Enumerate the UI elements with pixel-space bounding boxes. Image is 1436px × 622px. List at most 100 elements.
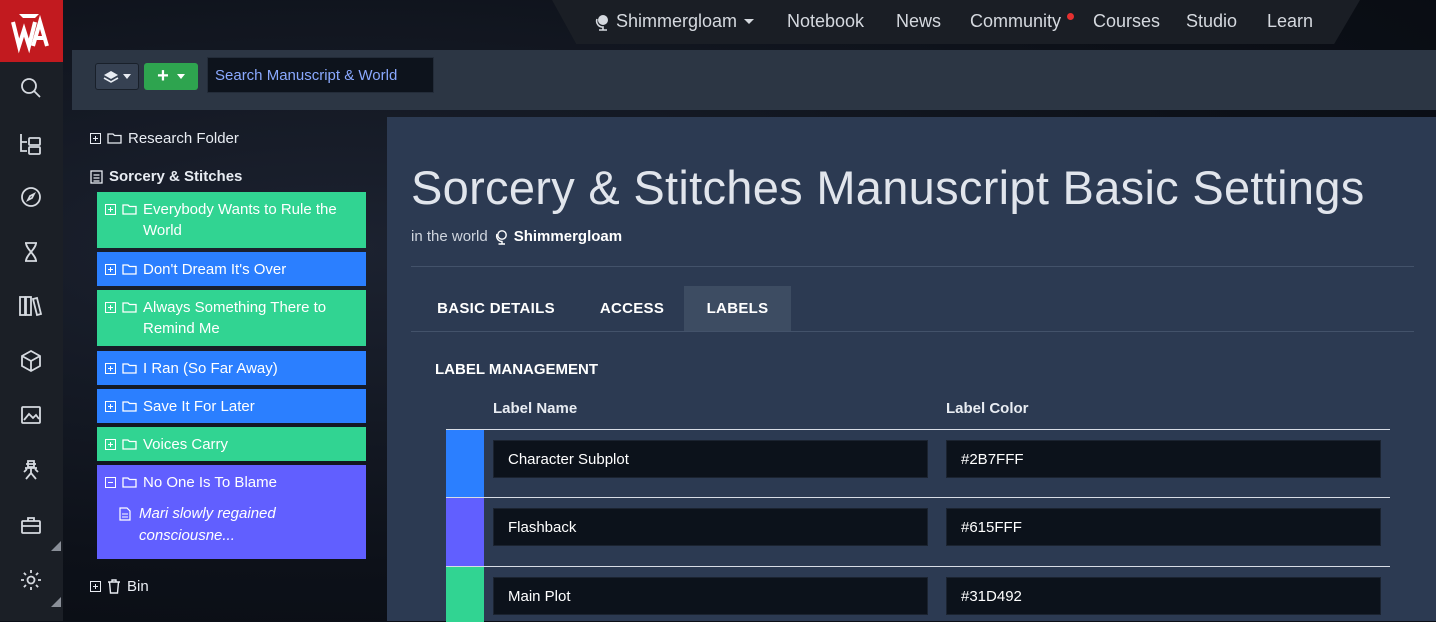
- expand-icon[interactable]: [105, 363, 116, 374]
- expand-icon[interactable]: [105, 204, 116, 215]
- tree-manuscript[interactable]: Sorcery & Stitches: [90, 168, 242, 185]
- expand-icon[interactable]: [90, 581, 101, 592]
- nav-studio[interactable]: Studio: [1186, 11, 1237, 32]
- toolbox-icon[interactable]: [16, 510, 46, 540]
- column-header-name: Label Name: [493, 400, 578, 417]
- image-icon[interactable]: [16, 400, 46, 430]
- collapse-icon[interactable]: [105, 477, 116, 488]
- add-button[interactable]: +: [144, 63, 198, 90]
- chapter-label: Always Something There to Remind Me: [143, 299, 327, 337]
- nav-world-selector[interactable]: Shimmergloam: [594, 11, 755, 32]
- character-icon[interactable]: [16, 455, 46, 485]
- chapter-card[interactable]: No One Is To Blame Mari slowly regained …: [97, 465, 366, 559]
- layers-dropdown-button[interactable]: [95, 63, 139, 90]
- compass-icon[interactable]: [16, 182, 46, 212]
- label-color-swatch: [446, 430, 484, 498]
- page-title: Sorcery & Stitches Manuscript Basic Sett…: [411, 161, 1365, 214]
- document-icon: [90, 169, 103, 184]
- folder-icon: [122, 204, 137, 215]
- search-icon[interactable]: [16, 73, 46, 103]
- expand-icon[interactable]: [105, 401, 116, 412]
- document-item[interactable]: Mari slowly regained consciousne...: [119, 503, 358, 547]
- chapter-card[interactable]: Don't Dream It's Over: [97, 252, 366, 286]
- expand-icon[interactable]: [90, 133, 101, 144]
- chapter-card[interactable]: Always Something There to Remind Me: [97, 290, 366, 346]
- caret-down-icon: [176, 74, 185, 79]
- chapter-card[interactable]: Save It For Later: [97, 389, 366, 423]
- column-header-color: Label Color: [946, 400, 1029, 417]
- search-input[interactable]: Search Manuscript & World: [207, 57, 434, 93]
- chapter-card[interactable]: Voices Carry: [97, 427, 366, 461]
- label-color-swatch: [446, 567, 484, 622]
- layers-icon: [103, 70, 119, 83]
- chapter-label: Don't Dream It's Over: [143, 261, 287, 278]
- expand-corner-icon: [51, 597, 61, 607]
- expand-icon[interactable]: [105, 439, 116, 450]
- hourglass-icon[interactable]: [16, 237, 46, 267]
- tab-labels[interactable]: LABELS: [684, 286, 791, 331]
- folder-icon: [122, 477, 137, 488]
- label-row: Main Plot #31D492: [446, 566, 1390, 622]
- label-name-field[interactable]: Main Plot: [493, 577, 928, 615]
- folder-icon: [122, 264, 137, 275]
- label-row: Flashback #615FFF: [446, 497, 1390, 566]
- label-color-field[interactable]: #31D492: [946, 577, 1381, 615]
- expand-corner-icon: [51, 541, 61, 551]
- plus-icon: +: [157, 65, 169, 87]
- expand-icon[interactable]: [105, 264, 116, 275]
- in-world-prefix: in the world: [411, 228, 488, 245]
- label-name-field[interactable]: Flashback: [493, 508, 928, 546]
- tree-icon[interactable]: [16, 128, 46, 158]
- trash-icon: [108, 579, 120, 594]
- label-row: Character Subplot #2B7FFF: [446, 429, 1390, 498]
- cube-icon[interactable]: [16, 346, 46, 376]
- worldanvil-logo-icon: [11, 14, 49, 54]
- label-color-field[interactable]: #615FFF: [946, 508, 1381, 546]
- chapter-card[interactable]: I Ran (So Far Away): [97, 351, 366, 385]
- nav-world-name: Shimmergloam: [616, 11, 738, 31]
- document-label: Mari slowly regained consciousne...: [139, 505, 276, 544]
- expand-icon[interactable]: [105, 302, 116, 313]
- label-name-field[interactable]: Character Subplot: [493, 440, 928, 478]
- chapter-label: I Ran (So Far Away): [143, 360, 278, 377]
- nav-courses[interactable]: Courses: [1093, 11, 1160, 32]
- tree-label: Sorcery & Stitches: [109, 168, 243, 185]
- chapter-label: Everybody Wants to Rule the World: [143, 201, 337, 239]
- tree-research-folder[interactable]: Research Folder: [90, 130, 239, 147]
- nav-news[interactable]: News: [896, 11, 941, 32]
- label-color-field[interactable]: #2B7FFF: [946, 440, 1381, 478]
- document-icon: [119, 507, 131, 521]
- chapter-label: No One Is To Blame: [143, 474, 277, 491]
- folder-icon: [107, 133, 122, 144]
- notification-dot: [1067, 13, 1074, 20]
- globe-icon: [595, 14, 608, 31]
- globe-icon: [495, 229, 507, 245]
- chapter-label: Save It For Later: [143, 398, 255, 415]
- nav-notebook[interactable]: Notebook: [787, 11, 864, 32]
- chevron-down-icon: [744, 18, 755, 24]
- label-color-swatch: [446, 498, 484, 566]
- chapter-card[interactable]: Everybody Wants to Rule the World: [97, 192, 366, 248]
- world-link[interactable]: Shimmergloam: [514, 228, 622, 245]
- nav-learn[interactable]: Learn: [1267, 11, 1313, 32]
- nav-community[interactable]: Community: [970, 11, 1061, 32]
- world-breadcrumb: in the world Shimmergloam: [411, 228, 622, 245]
- left-rail: [0, 0, 63, 621]
- folder-icon: [122, 302, 137, 313]
- logo[interactable]: [0, 0, 63, 62]
- caret-down-icon: [123, 74, 131, 79]
- tree-bin[interactable]: Bin: [90, 578, 149, 595]
- folder-icon: [122, 363, 137, 374]
- tab-basic-details[interactable]: BASIC DETAILS: [411, 286, 581, 331]
- folder-icon: [122, 401, 137, 412]
- section-title: LABEL MANAGEMENT: [435, 361, 599, 378]
- tree-label: Research Folder: [128, 130, 239, 147]
- gear-icon[interactable]: [16, 565, 46, 595]
- books-icon[interactable]: [16, 291, 46, 321]
- chapter-label: Voices Carry: [143, 436, 229, 453]
- tab-access[interactable]: ACCESS: [581, 286, 683, 331]
- divider: [411, 266, 1414, 267]
- folder-icon: [122, 439, 137, 450]
- tab-bar: BASIC DETAILS ACCESS LABELS: [411, 286, 1414, 332]
- tree-label: Bin: [127, 578, 149, 595]
